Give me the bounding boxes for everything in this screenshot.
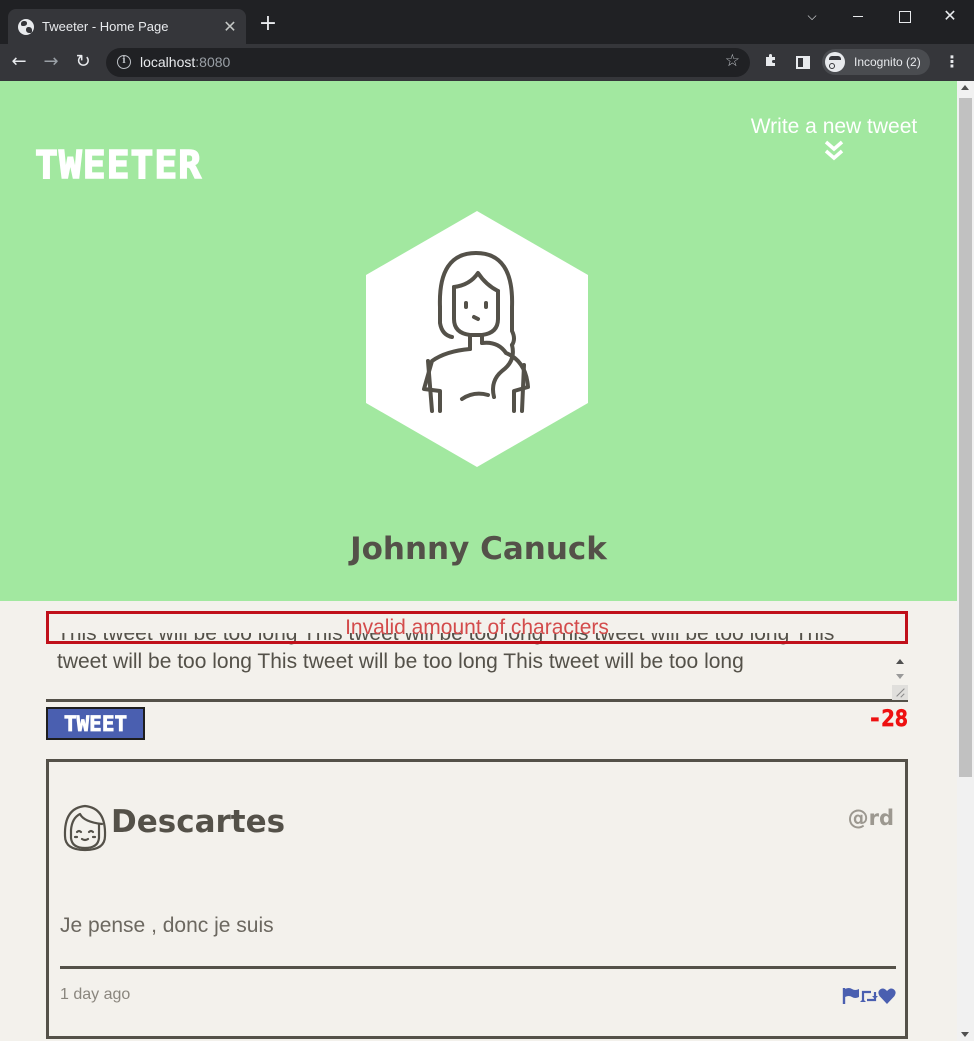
incognito-badge[interactable]: Incognito (2) xyxy=(822,49,930,75)
incognito-label: Incognito (2) xyxy=(854,55,921,69)
write-new-tweet-button[interactable]: Write a new tweet xyxy=(735,115,933,162)
globe-icon xyxy=(18,18,34,35)
profile-user-name: Johnny Canuck xyxy=(350,531,607,567)
textarea-scroll-up-icon[interactable] xyxy=(896,659,904,664)
double-chevron-down-icon xyxy=(824,140,844,161)
tab-strip: Tweeter - Home Page ✕ + ⌵ ✕ xyxy=(0,0,974,44)
tab-title: Tweeter - Home Page xyxy=(42,19,169,34)
tweet-card: Descartes @rd Je pense , donc je suis 1 … xyxy=(46,759,908,1039)
browser-tab[interactable]: Tweeter - Home Page ✕ xyxy=(8,9,246,44)
page-viewport: TWEETER Write a new tweet Johnny Canuck … xyxy=(0,81,974,1041)
forward-button[interactable]: → xyxy=(38,50,64,76)
composer-divider xyxy=(46,699,908,702)
write-new-tweet-label: Write a new tweet xyxy=(750,115,918,138)
error-message: Invalid amount of characters xyxy=(345,616,609,639)
url-host: localhost xyxy=(140,54,196,70)
tweet-timestamp: 1 day ago xyxy=(60,986,131,1003)
side-panel-icon[interactable] xyxy=(796,56,810,69)
error-message-box: Invalid amount of characters xyxy=(46,611,908,644)
tweet-submit-button[interactable]: TWEET xyxy=(46,707,145,740)
url-text[interactable]: localhost:8080 xyxy=(140,54,230,70)
flag-icon[interactable] xyxy=(842,987,860,1005)
maximize-button[interactable] xyxy=(890,6,918,28)
site-info-icon[interactable]: i xyxy=(117,55,131,69)
user-avatar xyxy=(366,211,588,467)
tweet-divider xyxy=(60,966,896,969)
textarea-scroll-down-icon[interactable] xyxy=(896,674,904,679)
retweet-icon[interactable] xyxy=(860,987,878,1005)
tweet-author-name: Descartes xyxy=(111,804,286,840)
url-port: :8080 xyxy=(195,54,231,70)
textarea-resize-handle[interactable] xyxy=(892,685,908,700)
scroll-up-arrow-icon[interactable] xyxy=(961,85,969,90)
back-button[interactable]: ← xyxy=(6,50,32,76)
reload-button[interactable]: ↻ xyxy=(70,50,96,76)
tweet-author-handle: @rd xyxy=(847,806,894,830)
tweet-author-avatar xyxy=(63,804,107,852)
minimize-button[interactable] xyxy=(844,6,872,28)
profile-header: TWEETER Write a new tweet Johnny Canuck xyxy=(0,81,957,601)
window-close-button[interactable]: ✕ xyxy=(936,6,964,28)
tweet-actions xyxy=(842,987,896,1005)
scrollbar-thumb[interactable] xyxy=(959,98,972,777)
tab-close-icon[interactable]: ✕ xyxy=(220,18,240,35)
tweet-content: Je pense , donc je suis xyxy=(60,914,274,937)
extensions-puzzle-icon[interactable] xyxy=(762,52,780,72)
character-counter: -28 xyxy=(868,707,909,733)
incognito-icon xyxy=(825,52,845,72)
browser-toolbar: ← → ↻ i localhost:8080 ☆ Incognito (2) ⋮ xyxy=(0,44,974,81)
tab-search-chevron-icon[interactable]: ⌵ xyxy=(798,6,826,28)
new-tab-button[interactable]: + xyxy=(257,13,279,36)
scroll-down-arrow-icon[interactable] xyxy=(961,1032,969,1037)
bookmark-star-icon[interactable]: ☆ xyxy=(725,51,740,71)
app-logo[interactable]: TWEETER xyxy=(34,142,202,188)
page-scrollbar[interactable] xyxy=(957,81,974,1041)
browser-menu-icon[interactable]: ⋮ xyxy=(944,52,960,72)
heart-icon[interactable] xyxy=(878,987,896,1005)
address-bar[interactable]: i localhost:8080 ☆ xyxy=(106,48,750,77)
